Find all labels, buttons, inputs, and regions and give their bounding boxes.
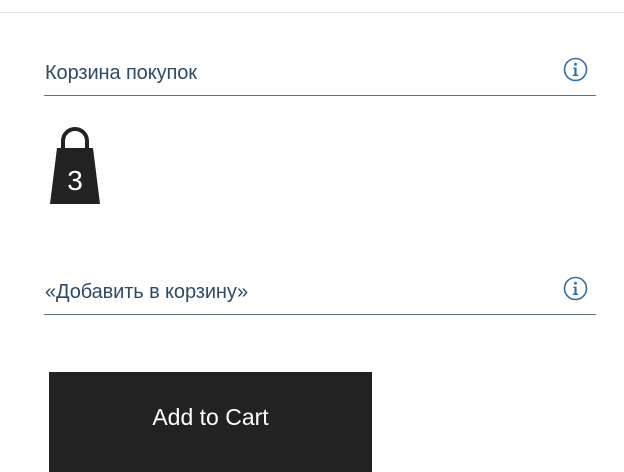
shopping-cart-header: Корзина покупок <box>44 57 596 96</box>
add-to-cart-section: «Добавить в корзину» <box>44 276 596 315</box>
add-to-cart-title: «Добавить в корзину» <box>45 281 248 303</box>
add-to-cart-label: Add to Cart <box>152 404 269 430</box>
info-icon[interactable] <box>563 57 588 82</box>
top-divider <box>0 12 624 13</box>
shopping-cart-section: Корзина покупок <box>44 57 596 96</box>
cart-bag-icon[interactable]: 3 <box>44 124 106 206</box>
info-icon[interactable] <box>563 276 588 301</box>
cart-item-count: 3 <box>67 165 83 196</box>
add-to-cart-button[interactable]: Add to Cart <box>49 372 372 472</box>
shopping-cart-title: Корзина покупок <box>45 62 197 84</box>
add-to-cart-header: «Добавить в корзину» <box>44 276 596 315</box>
